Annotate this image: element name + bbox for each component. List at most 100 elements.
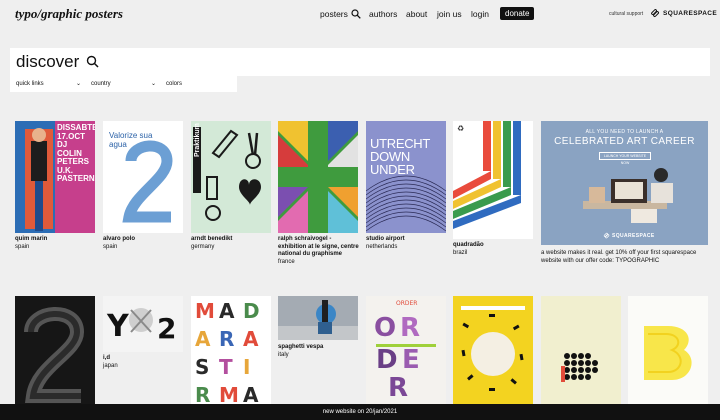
poster-artwork (541, 296, 621, 404)
poster-author[interactable]: arndt benedikt (191, 236, 271, 244)
svg-text:ORDER: ORDER (396, 300, 417, 307)
svg-text:A: A (243, 383, 259, 404)
poster-caption: alvaro polo spain (103, 236, 183, 251)
poster-artwork (191, 121, 271, 233)
poster-artwork (453, 296, 533, 404)
poster-yellow-dots[interactable] (453, 296, 533, 404)
ad-artwork (583, 168, 673, 223)
poster-author[interactable]: alvaro polo (103, 236, 183, 244)
poster-artwork (278, 296, 358, 340)
svg-text:E: E (402, 345, 420, 375)
poster-arndt-benedikt[interactable]: Praktikum (191, 121, 271, 233)
poster-author[interactable]: i,d (103, 355, 183, 363)
poster-text: Praktikum (194, 123, 201, 157)
svg-text:D: D (243, 299, 260, 323)
cultural-support-label: cultural support (609, 11, 644, 17)
svg-text:♻: ♻ (457, 124, 464, 133)
poster-caption: quadradão brazil (453, 242, 533, 257)
poster-row2-1[interactable] (15, 296, 95, 404)
poster-id-japan[interactable]: Y 2 (103, 296, 183, 352)
poster-artwork (278, 121, 358, 233)
nav-about[interactable]: about (406, 9, 427, 19)
poster-quadradao[interactable]: ♻ (453, 121, 533, 239)
svg-text:O: O (374, 313, 396, 343)
svg-text:2: 2 (157, 312, 176, 345)
poster-dot-grid[interactable] (541, 296, 621, 404)
poster-alvaro-polo[interactable]: Valorize sua agua (103, 121, 183, 233)
search-icon[interactable] (351, 9, 361, 19)
chevron-down-icon: ⌄ (75, 81, 81, 87)
poster-text: Valorize sua agua (109, 131, 153, 149)
site-logo[interactable]: typo/graphic posters (15, 6, 123, 22)
poster-artwork: Y 2 (103, 296, 183, 352)
squarespace-icon (651, 9, 660, 18)
poster-caption: i,d japan (103, 355, 183, 370)
donate-button[interactable]: donate (500, 7, 535, 20)
ad-description: a website makes it real. get 10% off you… (541, 250, 697, 264)
poster-artwork (15, 296, 95, 404)
poster-country: italy (278, 351, 289, 358)
squarespace-ad[interactable]: ALL YOU NEED TO LAUNCH A CELEBRATED ART … (541, 121, 708, 245)
svg-text:A: A (219, 299, 235, 323)
poster-spaghetti-vespa[interactable] (278, 296, 358, 340)
nav-join-us[interactable]: join us (437, 9, 462, 19)
svg-text:M: M (219, 383, 239, 404)
svg-text:R: R (400, 313, 420, 343)
discover-search-box[interactable]: discover (10, 48, 710, 76)
country-select[interactable]: country ⌄ (85, 76, 160, 92)
nav-authors[interactable]: authors (369, 9, 397, 19)
poster-author[interactable]: ralph schraivogel - exhibition at le sig… (278, 236, 360, 259)
search-icon[interactable] (86, 55, 99, 68)
poster-caption: quim marin spain (15, 236, 95, 251)
chevron-down-icon: ⌄ (150, 81, 156, 87)
poster-yellow-shape[interactable] (628, 296, 708, 404)
svg-text:A: A (243, 327, 259, 351)
svg-text:R: R (388, 373, 408, 403)
svg-text:A: A (195, 327, 211, 351)
poster-artwork (628, 296, 708, 404)
poster-author[interactable]: quadradão (453, 242, 533, 250)
quick-links-label: quick links (16, 81, 44, 87)
poster-country: france (278, 258, 295, 265)
svg-text:R: R (219, 327, 234, 351)
poster-quim-marin[interactable]: DISSABTE 17.OCT DJ COLIN PETERS U.K. PAS… (15, 121, 95, 233)
poster-artwork: MAD ARA STI RMA (191, 296, 271, 404)
filter-bar: quick links ⌄ country ⌄ colors (10, 76, 237, 92)
poster-country: germany (191, 243, 215, 250)
poster-country: spain (15, 243, 30, 250)
country-label: country (91, 81, 111, 87)
svg-text:Y: Y (106, 309, 130, 344)
poster-country: netherlands (366, 243, 398, 250)
announcement-bar: new website on 20/jan/2021 (0, 404, 720, 420)
ad-brand: SQUARESPACE (603, 232, 655, 239)
poster-author[interactable]: studio airport (366, 236, 446, 244)
poster-caption: arndt benedikt germany (191, 236, 271, 251)
discover-title: discover (16, 52, 80, 71)
poster-caption: ralph schraivogel - exhibition at le sig… (278, 236, 360, 266)
site-header: typo/graphic posters posters authors abo… (0, 0, 720, 28)
poster-text: UTRECHT DOWN UNDER (370, 136, 430, 177)
poster-text: DISSABTE 17.OCT DJ COLIN PETERS U.K. PAS… (57, 123, 95, 183)
poster-studio-airport[interactable]: UTRECHT DOWN UNDER (366, 121, 446, 233)
poster-author[interactable]: spaghetti vespa (278, 344, 358, 352)
nav-posters-label[interactable]: posters (320, 9, 348, 19)
poster-artwork: O R D E R ORDER (366, 296, 446, 404)
svg-text:R: R (195, 383, 210, 404)
svg-text:S: S (195, 355, 209, 379)
svg-text:M: M (195, 299, 215, 323)
squarespace-label: SQUARESPACE (663, 9, 718, 17)
poster-country: brazil (453, 249, 468, 256)
nav-login[interactable]: login (471, 9, 489, 19)
poster-artwork: ♻ (453, 121, 533, 239)
colors-select[interactable]: colors (160, 76, 237, 92)
poster-madarastirma[interactable]: MAD ARA STI RMA (191, 296, 271, 404)
quick-links-select[interactable]: quick links ⌄ (10, 76, 85, 92)
poster-ralph-schraivogel[interactable] (278, 121, 358, 233)
ad-brand-label: SQUARESPACE (612, 232, 655, 239)
squarespace-icon (603, 232, 610, 239)
poster-order[interactable]: O R D E R ORDER (366, 296, 446, 404)
squarespace-logo[interactable]: SQUARESPACE (650, 8, 717, 18)
poster-caption: studio airport netherlands (366, 236, 446, 251)
poster-author[interactable]: quim marin (15, 236, 95, 244)
nav-posters[interactable]: posters (320, 9, 361, 19)
